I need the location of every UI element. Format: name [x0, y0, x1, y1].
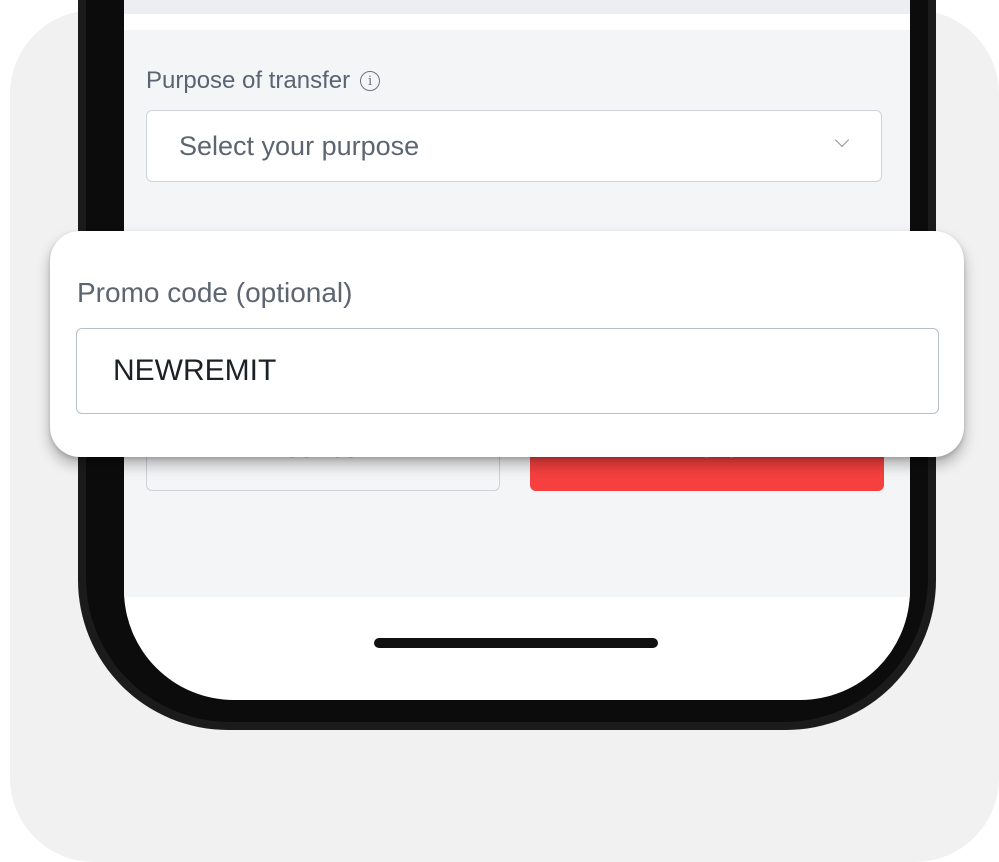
purpose-select-placeholder: Select your purpose [179, 131, 420, 161]
promo-code-input[interactable] [76, 328, 939, 414]
purpose-select[interactable]: Select your purpose [146, 110, 882, 182]
chevron-down-icon [834, 132, 850, 148]
app-stage: Purpose of transfer i Select your purpos… [0, 0, 999, 862]
home-indicator [374, 638, 658, 648]
promo-code-label: Promo code (optional) [77, 277, 353, 308]
promo-code-card: Promo code (optional) [50, 231, 964, 457]
purpose-field-label: Purpose of transfer i [146, 67, 381, 95]
purpose-label-text: Purpose of transfer [146, 67, 351, 94]
info-icon[interactable]: i [360, 71, 381, 91]
divider [124, 0, 910, 14]
